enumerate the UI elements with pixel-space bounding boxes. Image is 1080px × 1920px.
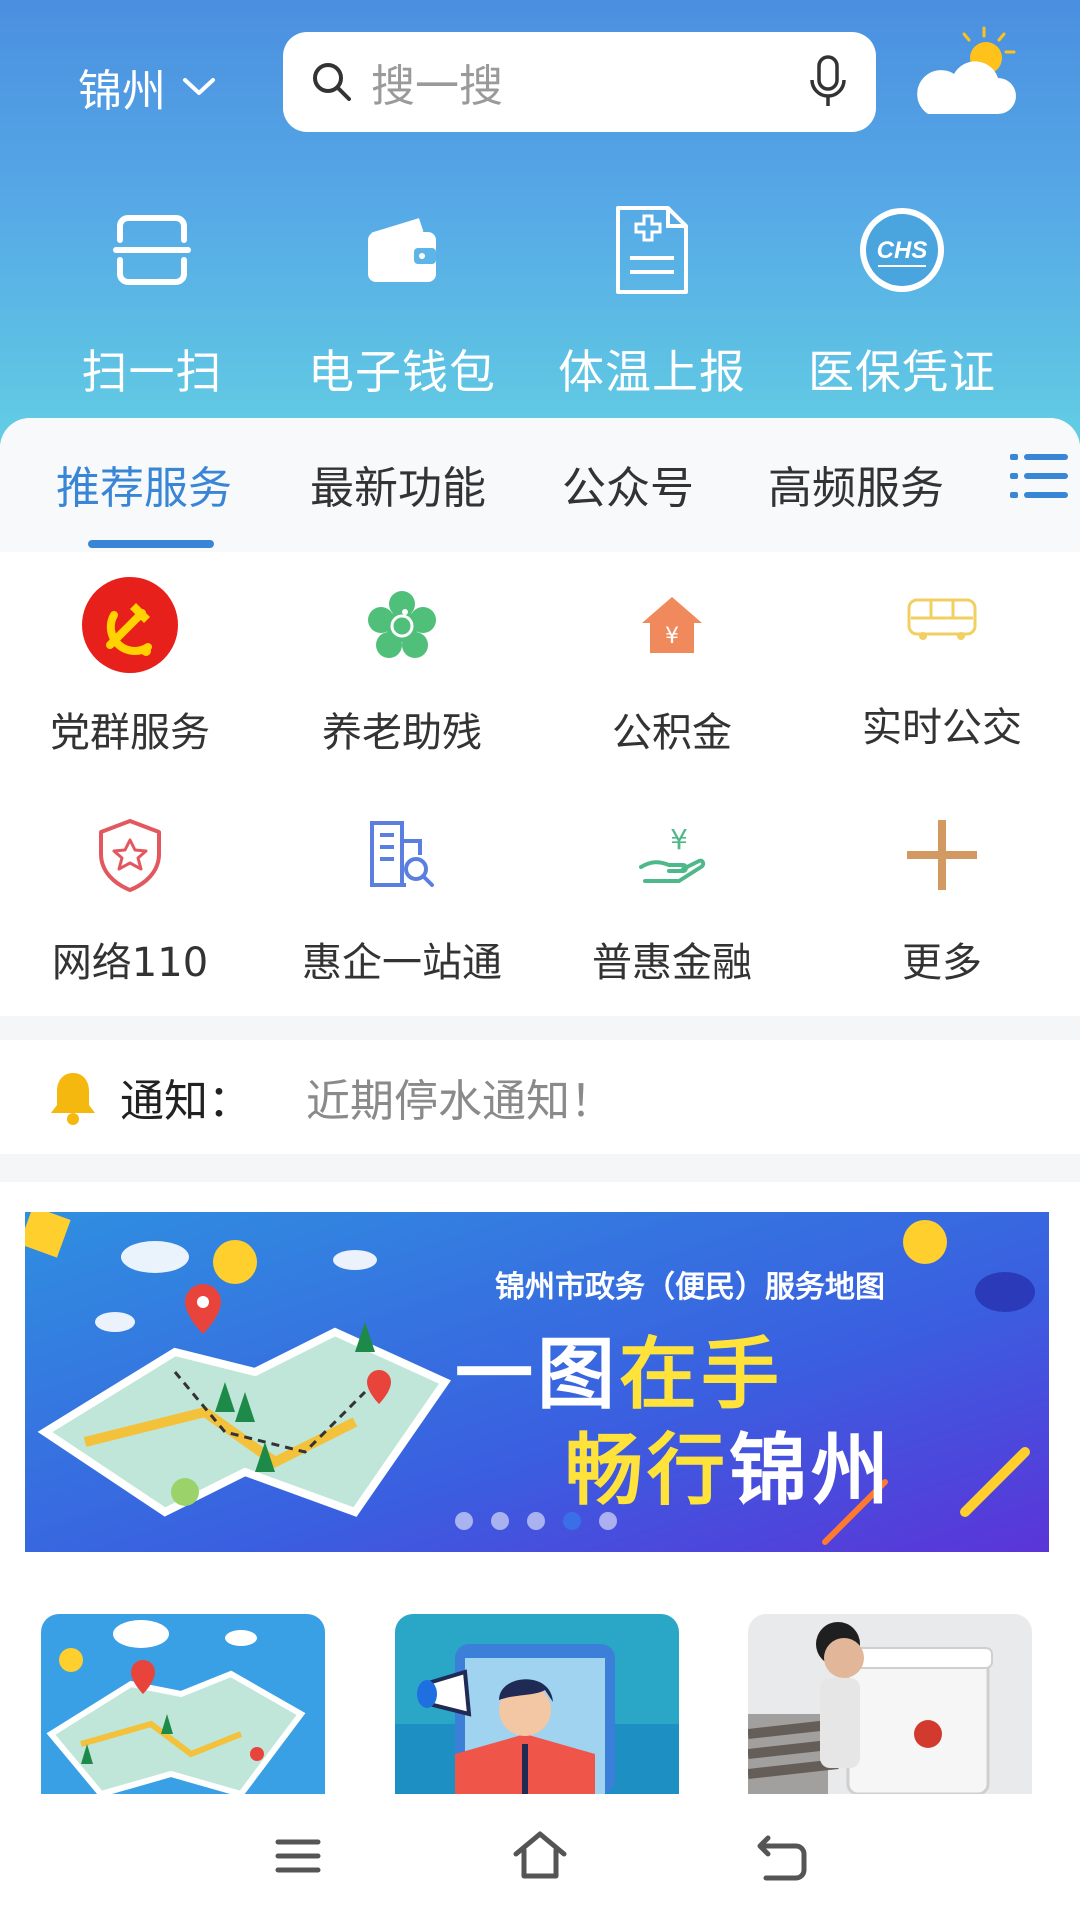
city-label: 锦州 (78, 66, 166, 117)
tab-active-indicator (88, 540, 214, 548)
banner-title-part: 锦州 (729, 1426, 894, 1516)
service-network-110[interactable]: 网络110 (15, 800, 245, 988)
carousel-dot[interactable] (491, 1512, 509, 1530)
notice-label: 通知： (120, 1076, 252, 1127)
service-label: 养老助残 (322, 710, 482, 756)
chs-medical-insurance-icon: CHS (860, 208, 944, 292)
tab-recommended[interactable]: 推荐服务 (56, 452, 232, 516)
search-placeholder: 搜一搜 (371, 61, 503, 112)
carousel-dot[interactable] (527, 1512, 545, 1530)
service-label: 普惠金融 (592, 940, 752, 986)
section-divider (0, 1016, 1080, 1040)
banner-title-part: 在手 (619, 1330, 784, 1420)
city-selector[interactable]: 锦州 (78, 52, 216, 122)
quick-action-label: 电子钱包 (308, 345, 496, 399)
search-bar[interactable]: 搜一搜 (283, 32, 876, 132)
tab-frequent-services[interactable]: 高频服务 (768, 452, 944, 516)
notice-bar[interactable]: 通知： 近期停水通知！ (0, 1040, 1080, 1154)
health-report-icon (616, 206, 688, 294)
carousel-dot[interactable] (455, 1512, 473, 1530)
announcement-thumbnail-image (395, 1614, 679, 1794)
service-label: 公积金 (612, 710, 732, 756)
bus-icon (907, 598, 977, 640)
scan-icon (113, 215, 191, 285)
thumbnail-announcement[interactable] (395, 1614, 679, 1794)
service-realtime-bus[interactable]: 实时公交 (827, 565, 1057, 753)
thumbnail-service-map[interactable] (41, 1614, 325, 1794)
bell-icon (51, 1073, 95, 1125)
home-icon[interactable] (510, 1826, 570, 1886)
quick-action-label: 医保凭证 (808, 345, 996, 399)
water-delivery-thumbnail-image (748, 1614, 1032, 1794)
quick-action-scan[interactable]: 扫一扫 (52, 200, 252, 402)
plus-icon (907, 820, 977, 890)
quick-action-wallet[interactable]: 电子钱包 (302, 200, 502, 402)
housing-fund-icon: ¥ (642, 597, 702, 653)
search-icon (313, 63, 351, 101)
menu-icon[interactable] (268, 1826, 328, 1886)
service-party[interactable]: 党群服务 (15, 570, 245, 758)
chevron-down-icon (183, 78, 215, 95)
thumbnail-water-delivery[interactable] (748, 1614, 1032, 1794)
quick-action-health-report[interactable]: 体温上报 (552, 200, 752, 402)
service-map-thumbnail-image (41, 1614, 325, 1794)
system-nav-bar (0, 1794, 1080, 1920)
wallet-icon (368, 218, 436, 282)
enterprise-search-icon (370, 821, 434, 887)
quick-action-medical-insurance[interactable]: CHS 医保凭证 (802, 200, 1002, 402)
carousel-indicator (455, 1512, 635, 1530)
microphone-icon[interactable] (806, 54, 850, 110)
tab-new-features[interactable]: 最新功能 (310, 452, 486, 516)
service-elderly-disabled[interactable]: 养老助残 (287, 570, 517, 758)
app-screen: 锦州 搜一搜 扫一扫 电子钱包 体温上报 CHS 医保凭证 推荐服务 最新功能 … (0, 0, 1080, 1920)
tab-official-accounts[interactable]: 公众号 (562, 452, 694, 516)
banner-title-part: 畅行 (565, 1426, 730, 1516)
service-label: 惠企一站通 (302, 940, 502, 986)
service-more[interactable]: 更多 (827, 800, 1057, 988)
carousel-dot[interactable] (599, 1512, 617, 1530)
banner-title-part: 一图 (455, 1330, 620, 1420)
back-icon[interactable] (752, 1826, 812, 1886)
partly-cloudy-icon[interactable] (906, 24, 1024, 124)
service-housing-fund[interactable]: ¥ 公积金 (557, 570, 787, 758)
quick-action-label: 体温上报 (558, 345, 746, 399)
service-label: 实时公交 (862, 705, 1022, 751)
svg-text:¥: ¥ (670, 823, 688, 856)
list-menu-icon[interactable] (1010, 448, 1068, 504)
banner-title-line2: 畅行锦州 (565, 1408, 893, 1520)
finance-hand-icon: ¥ (639, 823, 706, 883)
quick-action-label: 扫一扫 (81, 345, 223, 399)
elderly-disabled-icon (368, 591, 436, 658)
svg-text:¥: ¥ (665, 624, 679, 649)
service-label: 党群服务 (50, 710, 210, 756)
service-label: 网络110 (51, 940, 209, 986)
notice-text[interactable]: 近期停水通知！ (306, 1065, 614, 1129)
svg-text:CHS: CHS (877, 237, 928, 264)
service-label: 更多 (902, 940, 982, 986)
party-emblem-icon (82, 577, 178, 673)
service-inclusive-finance[interactable]: ¥ 普惠金融 (557, 800, 787, 988)
promo-banner[interactable]: 锦州市政务（便民）服务地图 一图在手 畅行锦州 (25, 1212, 1049, 1552)
banner-subtitle: 锦州市政务（便民）服务地图 (495, 1270, 885, 1305)
carousel-dot[interactable] (563, 1512, 581, 1530)
header: 锦州 搜一搜 扫一扫 电子钱包 体温上报 CHS 医保凭证 (0, 0, 1080, 460)
section-divider (0, 1154, 1080, 1182)
police-shield-icon (99, 819, 161, 892)
service-enterprise[interactable]: 惠企一站通 (287, 800, 517, 988)
